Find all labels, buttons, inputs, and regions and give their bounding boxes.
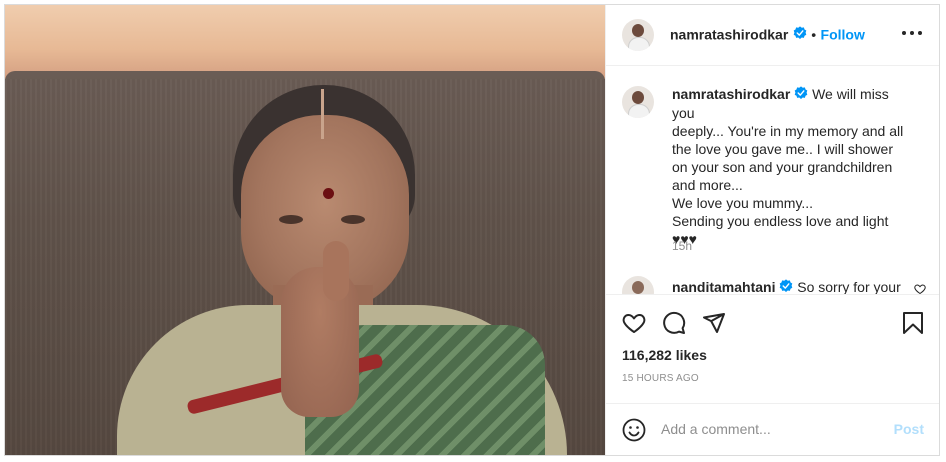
author-username[interactable]: namratashirodkar (670, 27, 788, 43)
comment-icon[interactable] (662, 311, 686, 340)
post-header: namratashirodkar • Follow (606, 5, 939, 66)
comment-heart-icon[interactable] (914, 282, 926, 294)
instagram-post: namratashirodkar • Follow namratashirodk… (4, 4, 940, 456)
caption-line: the love you gave me.. I will shower (672, 141, 893, 158)
share-icon[interactable] (702, 311, 726, 340)
comment: nanditamahtani So sorry for your (672, 278, 912, 294)
caption-author-username[interactable]: namratashirodkar (672, 86, 790, 102)
commenter-avatar[interactable] (622, 276, 654, 294)
add-comment-bar: Add a comment... Post (606, 403, 939, 455)
caption-line: deeply... You're in my memory and all (672, 123, 904, 140)
comment-text: So sorry for your (797, 279, 901, 294)
post-comment-button[interactable]: Post (894, 421, 924, 437)
emoji-icon[interactable] (622, 418, 646, 447)
action-bar (606, 294, 939, 355)
separator-dot: • (811, 26, 817, 43)
verified-badge-icon (779, 279, 793, 294)
bookmark-icon[interactable] (902, 311, 924, 340)
caption-line: and more... (672, 177, 743, 194)
heart-icon[interactable] (622, 311, 646, 340)
post-photo[interactable] (5, 5, 605, 455)
post-age[interactable]: 15 HOURS AGO (622, 373, 699, 384)
post-sidebar: namratashirodkar • Follow namratashirodk… (605, 5, 939, 455)
photo-background (5, 5, 605, 79)
caption-line: Sending you endless love and light (672, 213, 889, 230)
caption-line: on your son and your grandchildren (672, 159, 893, 176)
caption-author-avatar[interactable] (622, 86, 654, 118)
verified-badge-icon (793, 26, 807, 45)
likes-count[interactable]: 116,282 likes (622, 347, 707, 363)
more-options-icon[interactable] (902, 27, 922, 39)
follow-button[interactable]: Follow (821, 27, 865, 43)
caption-hearts: ♥♥♥ (672, 231, 697, 248)
commenter-username[interactable]: nanditamahtani (672, 279, 775, 294)
verified-badge-icon (794, 86, 808, 104)
comments-list[interactable]: namratashirodkar We will miss you deeply… (606, 66, 939, 294)
author-avatar[interactable] (622, 19, 654, 51)
caption-timestamp[interactable]: 15h (672, 239, 692, 253)
caption-line: We love you mummy... (672, 195, 814, 212)
comment-input[interactable]: Add a comment... (661, 421, 861, 437)
caption: namratashirodkar We will miss you deeply… (672, 85, 912, 248)
